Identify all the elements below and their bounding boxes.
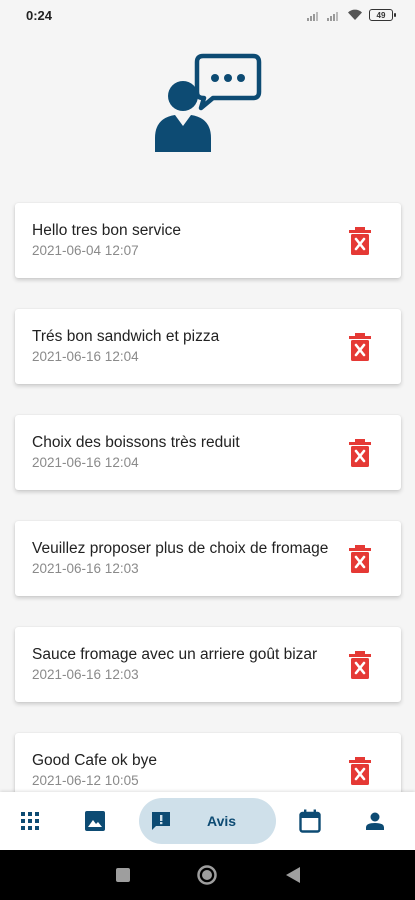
nav-item-avis[interactable]: Avis	[139, 798, 276, 844]
recents-button[interactable]	[98, 850, 148, 900]
recents-icon	[116, 868, 130, 882]
calendar-icon	[299, 809, 321, 833]
review-card[interactable]: Choix des boissons très reduit 2021-06-1…	[15, 415, 401, 490]
delete-icon	[349, 544, 371, 573]
signal-icon	[307, 11, 318, 21]
delete-icon	[349, 226, 371, 255]
review-date: 2021-06-04 12:07	[32, 243, 139, 258]
delete-icon	[349, 756, 371, 785]
delete-button[interactable]	[348, 544, 372, 574]
status-icons: 49	[307, 9, 396, 21]
nav-label-avis: Avis	[207, 813, 237, 829]
delete-button[interactable]	[348, 438, 372, 468]
nav-item-profile[interactable]	[353, 792, 397, 850]
review-content: Hello tres bon service 2021-06-04 12:07	[32, 203, 331, 278]
delete-icon	[349, 332, 371, 361]
review-card[interactable]: Hello tres bon service 2021-06-04 12:07	[15, 203, 401, 278]
delete-button[interactable]	[348, 650, 372, 680]
review-text: Veuillez proposer plus de choix de froma…	[32, 540, 329, 557]
person-icon	[366, 812, 384, 830]
review-date: 2021-06-16 12:03	[32, 561, 139, 576]
home-icon	[197, 865, 217, 885]
review-text: Hello tres bon service	[32, 222, 182, 239]
review-date: 2021-06-16 12:04	[32, 349, 139, 364]
review-text: Sauce fromage avec un arriere goût bizar	[32, 646, 318, 663]
bottom-navigation: Avis	[0, 792, 415, 850]
review-date: 2021-06-16 12:03	[32, 667, 139, 682]
review-text: Good Cafe ok bye	[32, 752, 157, 769]
wifi-icon	[348, 9, 362, 20]
review-content: Choix des boissons très reduit 2021-06-1…	[32, 415, 331, 490]
back-button[interactable]	[268, 850, 318, 900]
review-content: Veuillez proposer plus de choix de froma…	[32, 521, 331, 596]
review-card[interactable]: Trés bon sandwich et pizza 2021-06-16 12…	[15, 309, 401, 384]
nav-item-calendar[interactable]	[288, 792, 332, 850]
apps-grid-icon	[21, 812, 39, 830]
review-date: 2021-06-16 12:04	[32, 455, 139, 470]
nav-item-gallery[interactable]	[73, 792, 117, 850]
status-time: 0:24	[26, 7, 53, 23]
image-icon	[85, 811, 105, 831]
review-content: Trés bon sandwich et pizza 2021-06-16 12…	[32, 309, 331, 384]
review-card[interactable]: Veuillez proposer plus de choix de froma…	[15, 521, 401, 596]
delete-icon	[349, 650, 371, 679]
review-text: Choix des boissons très reduit	[32, 434, 240, 451]
review-date: 2021-06-12 10:05	[32, 773, 139, 788]
delete-icon	[349, 438, 371, 467]
review-card[interactable]: Sauce fromage avec un arriere goût bizar…	[15, 627, 401, 702]
delete-button[interactable]	[348, 226, 372, 256]
nav-item-apps[interactable]	[8, 792, 52, 850]
review-content: Sauce fromage avec un arriere goût bizar…	[32, 627, 331, 702]
status-bar: 0:24 49	[0, 0, 415, 30]
back-icon	[286, 867, 300, 883]
delete-button[interactable]	[348, 756, 372, 786]
signal-icon-2	[327, 11, 338, 21]
feedback-illustration	[0, 52, 415, 162]
system-navigation-bar	[0, 850, 415, 900]
home-button[interactable]	[182, 850, 232, 900]
customer-feedback-icon	[154, 53, 261, 152]
battery-icon: 49	[369, 9, 396, 21]
review-text: Trés bon sandwich et pizza	[32, 328, 220, 345]
delete-button[interactable]	[348, 332, 372, 362]
feedback-icon	[152, 812, 170, 830]
